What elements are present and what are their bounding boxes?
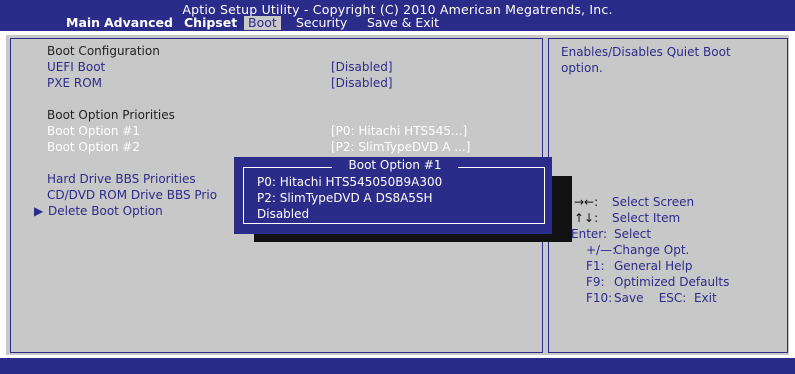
help-f9-desc: Optimized Defaults — [614, 275, 730, 289]
title-bar: Aptio Setup Utility - Copyright (C) 2010… — [0, 0, 795, 31]
help-enter-desc: Select — [614, 227, 652, 241]
delete-boot-option-item[interactable]: Delete Boot Option — [48, 204, 163, 218]
bios-setup-screen: Aptio Setup Utility - Copyright (C) 2010… — [0, 0, 795, 374]
boot-option-priorities-heading: Boot Option Priorities — [47, 108, 175, 122]
uefi-boot-label[interactable]: UEFI Boot — [47, 60, 105, 74]
boot-option-2-label[interactable]: Boot Option #2 — [47, 140, 140, 154]
boot-option-2-value[interactable]: [P2: SlimTypeDVD A ...] — [331, 140, 470, 154]
tab-advanced[interactable]: Advanced — [104, 16, 173, 30]
help-change-desc: Change Opt. — [614, 243, 690, 257]
tab-main[interactable]: Main — [66, 16, 100, 30]
boot-option-1-value[interactable]: [P0: Hitachi HTS545...] — [331, 124, 467, 138]
popup-option-p0[interactable]: P0: Hitachi HTS545050B9A300 — [257, 175, 442, 189]
popup-title: Boot Option #1 — [332, 158, 458, 172]
help-description: Enables/Disables Quiet Boot option. — [561, 45, 731, 75]
up-down-arrows-icon: ↑↓: — [574, 211, 599, 225]
boot-option-1-label[interactable]: Boot Option #1 — [47, 124, 140, 138]
tab-boot[interactable]: Boot — [244, 16, 281, 30]
pxe-rom-label[interactable]: PXE ROM — [47, 76, 102, 90]
tab-security[interactable]: Security — [296, 16, 347, 30]
help-select-screen: Select Screen — [612, 195, 695, 209]
boot-configuration-heading: Boot Configuration — [47, 44, 160, 58]
tab-save-exit[interactable]: Save & Exit — [367, 16, 439, 30]
uefi-boot-value[interactable]: [Disabled] — [331, 60, 393, 74]
cd-dvd-bbs-priorities-item[interactable]: CD/DVD ROM Drive BBS Prio — [47, 188, 217, 202]
help-f1-key: F1: — [586, 259, 605, 273]
popup-option-p2[interactable]: P2: SlimTypeDVD A DS8A5SH — [257, 191, 433, 205]
help-f10-desc: Save ESC: Exit — [614, 291, 717, 305]
pxe-rom-value[interactable]: [Disabled] — [331, 76, 393, 90]
status-bar — [0, 358, 795, 374]
hard-drive-bbs-priorities-item[interactable]: Hard Drive BBS Priorities — [47, 172, 196, 186]
tab-chipset[interactable]: Chipset — [184, 16, 237, 30]
help-change-key: +/—: — [586, 243, 617, 257]
submenu-arrow-icon: ▶ — [34, 204, 44, 218]
help-f1-desc: General Help — [614, 259, 693, 273]
help-f10-key: F10: — [586, 291, 613, 305]
popup-option-disabled[interactable]: Disabled — [257, 207, 309, 221]
help-select-item: Select Item — [612, 211, 681, 225]
help-enter-key: Enter: — [571, 227, 608, 241]
left-right-arrows-icon: →←: — [574, 195, 599, 209]
help-f9-key: F9: — [586, 275, 605, 289]
